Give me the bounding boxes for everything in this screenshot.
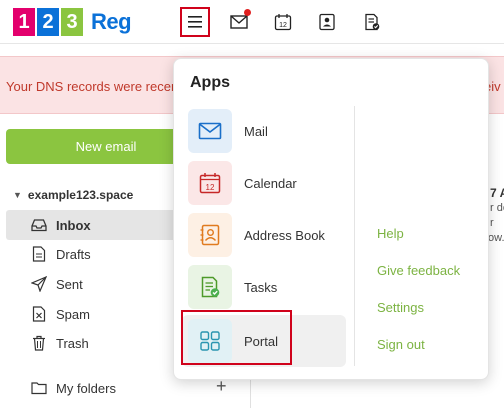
folder-label: Spam: [56, 306, 90, 322]
peek-text-2: r de: [490, 202, 504, 214]
help-link[interactable]: Help: [377, 226, 404, 241]
mail-icon: [230, 15, 248, 29]
folder-label: Inbox: [56, 217, 91, 233]
chevron-down-icon: ▼: [13, 190, 22, 200]
trash-icon: [30, 335, 48, 351]
my-folders-label: My folders: [56, 380, 116, 396]
spam-icon: [30, 306, 48, 322]
peek-text-3: r: [490, 217, 494, 229]
folder-label: Trash: [56, 335, 89, 351]
peek-text-4: ow...: [488, 232, 504, 244]
tasks-button[interactable]: [357, 8, 387, 36]
address-book-button[interactable]: [312, 8, 342, 36]
app-address-book[interactable]: Address Book: [182, 209, 346, 261]
calendar-day: 12: [279, 22, 287, 29]
give-feedback-link[interactable]: Give feedback: [377, 263, 460, 278]
account-folder-header[interactable]: ▼ example123.space: [13, 188, 133, 202]
tasks-icon: [365, 13, 380, 31]
folder-label: Sent: [56, 276, 83, 292]
menu-button[interactable]: [180, 7, 210, 37]
menu-icon: [188, 16, 202, 28]
sign-out-link[interactable]: Sign out: [377, 337, 425, 352]
portal-highlight-box: [181, 310, 292, 365]
app-mail[interactable]: Mail: [182, 105, 346, 157]
app-calendar[interactable]: 12 Calendar: [182, 157, 346, 209]
settings-link[interactable]: Settings: [377, 300, 424, 315]
folder-icon: [30, 381, 48, 395]
drafts-icon: [30, 246, 48, 262]
calendar-icon: 12: [188, 161, 232, 205]
inbox-icon: [30, 218, 48, 232]
peek-text-1: 7 A: [490, 186, 504, 200]
calendar-button[interactable]: 12: [268, 8, 298, 36]
mail-button[interactable]: [224, 8, 254, 36]
mail-icon: [188, 109, 232, 153]
app-calendar-day: 12: [206, 183, 215, 192]
calendar-icon: 12: [274, 14, 292, 31]
notification-dot: [244, 9, 251, 16]
sent-icon: [30, 276, 48, 292]
logo-digit-1: 1: [13, 8, 35, 36]
app-label: Calendar: [244, 175, 297, 191]
logo[interactable]: 1 2 3 Reg: [13, 8, 132, 36]
folder-label: Drafts: [56, 246, 91, 262]
app-label: Tasks: [244, 279, 278, 295]
app-label: Address Book: [244, 227, 325, 243]
apps-title: Apps: [190, 74, 230, 91]
logo-digit-2: 2: [37, 8, 59, 36]
tasks-icon: [188, 265, 232, 309]
app-label: Mail: [244, 123, 268, 139]
address-book-icon: [188, 213, 232, 257]
account-name: example123.space: [27, 188, 134, 202]
logo-brand: Reg: [91, 9, 132, 34]
banner-text: Your DNS records were recen: [6, 79, 179, 94]
dropdown-divider: [354, 106, 355, 366]
app-tasks[interactable]: Tasks: [182, 261, 346, 313]
address-book-icon: [319, 13, 335, 31]
logo-digit-3: 3: [61, 8, 83, 36]
top-bar: 1 2 3 Reg 12: [0, 0, 504, 44]
